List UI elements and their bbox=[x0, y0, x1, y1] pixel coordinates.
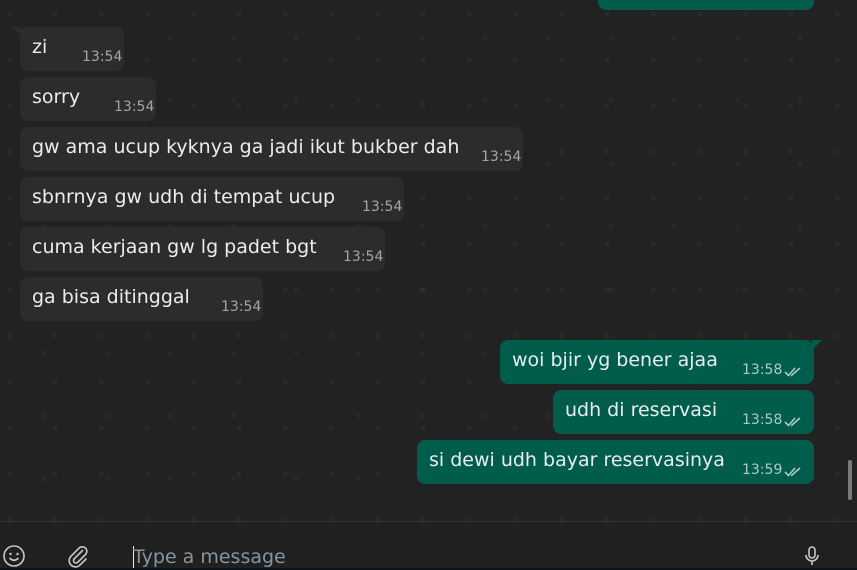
message-text: si dewi udh bayar reservasinya bbox=[429, 449, 725, 471]
message-time: 13:54 bbox=[481, 149, 522, 165]
message-input[interactable] bbox=[133, 544, 773, 570]
message-text: sorry bbox=[32, 86, 81, 108]
message-text: ga bisa ditinggal bbox=[32, 286, 190, 308]
message-bubble-outgoing-partial bbox=[598, 0, 814, 10]
message-text: gw ama ucup kyknya ga jadi ikut bukber d… bbox=[32, 136, 460, 158]
message-text: sbnrnya gw udh di tempat ucup bbox=[32, 186, 336, 208]
message-bubble-incoming[interactable]: zi 13:54 bbox=[12, 27, 124, 71]
message-time: 13:54 bbox=[82, 49, 123, 65]
message-text: woi bjir yg bener ajaa bbox=[512, 349, 718, 371]
message-time: 13:54 bbox=[221, 299, 262, 315]
double-check-icon bbox=[784, 467, 801, 477]
bubble-tail bbox=[812, 340, 822, 350]
message-bubble-incoming[interactable]: gw ama ucup kyknya ga jadi ikut bukber d… bbox=[20, 127, 523, 171]
paperclip-icon[interactable] bbox=[66, 544, 90, 568]
message-time: 13:58 bbox=[742, 412, 783, 428]
double-check-icon bbox=[784, 367, 801, 377]
message-bubble-outgoing[interactable]: udh di reservasi 13:58 bbox=[553, 390, 814, 434]
message-text: zi bbox=[32, 36, 48, 58]
message-bubble-outgoing[interactable]: woi bjir yg bener ajaa 13:58 bbox=[500, 340, 822, 384]
microphone-icon[interactable] bbox=[800, 544, 824, 568]
message-bubble-incoming[interactable]: cuma kerjaan gw lg padet bgt 13:54 bbox=[20, 227, 385, 271]
emoji-icon[interactable] bbox=[2, 544, 26, 568]
message-time: 13:54 bbox=[114, 99, 155, 115]
scrollbar-thumb[interactable] bbox=[848, 460, 852, 500]
message-text: cuma kerjaan gw lg padet bgt bbox=[32, 236, 317, 258]
double-check-icon bbox=[784, 417, 801, 427]
message-bubble-incoming[interactable]: sbnrnya gw udh di tempat ucup 13:54 bbox=[20, 177, 404, 221]
message-text: udh di reservasi bbox=[565, 399, 718, 421]
message-bubble-incoming[interactable]: ga bisa ditinggal 13:54 bbox=[20, 277, 263, 321]
message-time: 13:59 bbox=[742, 462, 783, 478]
message-bubble-outgoing[interactable]: si dewi udh bayar reservasinya 13:59 bbox=[417, 440, 814, 484]
message-composer bbox=[0, 521, 857, 570]
message-time: 13:54 bbox=[343, 249, 384, 265]
message-time: 13:54 bbox=[362, 199, 403, 215]
chat-message-area[interactable]: zi 13:54 sorry 13:54 gw ama ucup kyknya … bbox=[0, 0, 857, 521]
message-bubble-incoming[interactable]: sorry 13:54 bbox=[20, 77, 156, 121]
message-time: 13:58 bbox=[742, 362, 783, 378]
bubble-tail bbox=[12, 27, 22, 37]
